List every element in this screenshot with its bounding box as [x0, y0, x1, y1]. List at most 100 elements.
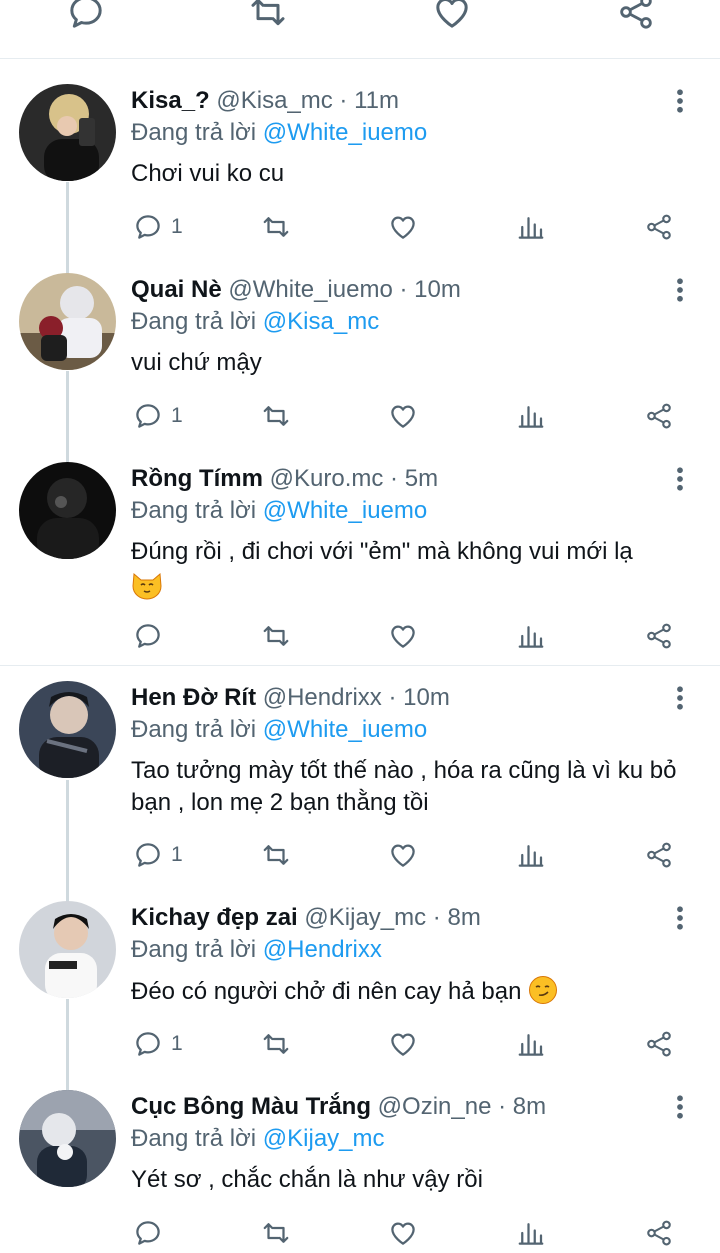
tweet-actions: 1 — [0, 396, 720, 436]
handle[interactable]: @Kisa_mc — [216, 87, 332, 114]
like-button[interactable] — [388, 835, 418, 875]
avatar[interactable] — [19, 273, 116, 370]
reply-button[interactable]: 1 — [133, 396, 183, 436]
mention-link[interactable]: @Kisa_mc — [263, 308, 379, 335]
tweet-text: Chơi vui ko cu — [131, 160, 285, 187]
replying-to-label: Đang trả lời — [131, 716, 257, 743]
analytics-button[interactable] — [516, 616, 546, 656]
more-options-icon[interactable] — [668, 683, 692, 713]
analytics-button[interactable] — [516, 207, 546, 247]
analytics-button[interactable] — [516, 396, 546, 436]
retweet-button[interactable] — [261, 835, 291, 875]
reply-icon — [133, 401, 163, 431]
tweet-actions: 1 — [0, 835, 720, 875]
like-button[interactable] — [388, 207, 418, 247]
analytics-button[interactable] — [516, 1024, 546, 1064]
avatar[interactable] — [19, 1090, 116, 1187]
timestamp[interactable]: 8m — [513, 1093, 546, 1120]
retweet-button[interactable] — [261, 396, 291, 436]
share-icon — [644, 1218, 674, 1248]
like-button[interactable] — [388, 616, 418, 656]
retweet-button[interactable] — [261, 1213, 291, 1253]
reply-button[interactable] — [133, 1213, 171, 1253]
divider — [0, 665, 720, 666]
like-button[interactable] — [388, 396, 418, 436]
timestamp[interactable]: 5m — [405, 465, 438, 492]
like-icon[interactable] — [432, 0, 472, 32]
handle[interactable]: @Hendrixx — [263, 684, 382, 711]
like-icon — [388, 401, 418, 431]
share-button[interactable] — [644, 1024, 674, 1064]
retweet-button[interactable] — [261, 1024, 291, 1064]
handle[interactable]: @Ozin_ne — [378, 1093, 492, 1120]
reply-button[interactable] — [133, 616, 171, 656]
timestamp[interactable]: 10m — [414, 276, 461, 303]
reply-button[interactable]: 1 — [133, 1024, 183, 1064]
mention-link[interactable]: @Hendrixx — [263, 936, 382, 963]
timestamp[interactable]: 10m — [403, 684, 450, 711]
reply-button[interactable]: 1 — [133, 835, 183, 875]
share-button[interactable] — [644, 616, 674, 656]
separator-dot: · — [332, 87, 355, 114]
share-button[interactable] — [644, 1213, 674, 1253]
avatar[interactable] — [19, 462, 116, 559]
more-options-icon[interactable] — [668, 464, 692, 494]
tweet-actions — [0, 1213, 720, 1253]
display-name[interactable]: Rồng Tímm — [131, 465, 263, 492]
like-icon — [388, 621, 418, 651]
reply-button[interactable]: 1 — [133, 207, 183, 247]
like-icon — [388, 1218, 418, 1248]
share-icon — [644, 840, 674, 870]
replying-to-label: Đang trả lời — [131, 497, 257, 524]
reply-icon[interactable] — [66, 0, 106, 32]
share-button[interactable] — [644, 207, 674, 247]
mention-link[interactable]: @White_iuemo — [263, 119, 427, 146]
avatar[interactable] — [19, 901, 116, 998]
separator-dot: · — [381, 684, 404, 711]
replying-to-label: Đang trả lời — [131, 119, 257, 146]
display-name[interactable]: Quai Nè — [131, 276, 222, 303]
replying-to: Đang trả lời @Hendrixx — [131, 935, 382, 965]
avatar[interactable] — [19, 84, 116, 181]
share-button[interactable] — [644, 835, 674, 875]
replying-to-label: Đang trả lời — [131, 1125, 257, 1152]
analytics-icon — [516, 401, 546, 431]
share-icon[interactable] — [616, 0, 656, 32]
display-name[interactable]: Hen Đờ Rít — [131, 684, 256, 711]
handle[interactable]: @Kuro.mc — [270, 465, 384, 492]
analytics-button[interactable] — [516, 835, 546, 875]
analytics-button[interactable] — [516, 1213, 546, 1253]
timestamp[interactable]: 8m — [447, 904, 480, 931]
display-name[interactable]: Kichay đẹp zai — [131, 904, 298, 931]
more-options-icon[interactable] — [668, 275, 692, 305]
avatar[interactable] — [19, 681, 116, 778]
separator-dot: · — [392, 276, 415, 303]
analytics-icon — [516, 840, 546, 870]
like-button[interactable] — [388, 1024, 418, 1064]
more-options-icon[interactable] — [668, 86, 692, 116]
replying-to: Đang trả lời @Kijay_mc — [131, 1124, 385, 1154]
retweet-button[interactable] — [261, 207, 291, 247]
retweet-button[interactable] — [261, 616, 291, 656]
reply-count: 1 — [171, 404, 183, 427]
like-icon — [388, 840, 418, 870]
handle[interactable]: @White_iuemo — [228, 276, 392, 303]
like-button[interactable] — [388, 1213, 418, 1253]
more-options-icon[interactable] — [668, 1092, 692, 1122]
display-name[interactable]: Cục Bông Màu Trắng — [131, 1093, 371, 1120]
retweet-icon[interactable] — [248, 0, 288, 32]
handle[interactable]: @Kijay_mc — [304, 904, 426, 931]
share-button[interactable] — [644, 396, 674, 436]
analytics-icon — [516, 1218, 546, 1248]
reply-icon — [133, 621, 163, 651]
display-name[interactable]: Kisa_? — [131, 87, 210, 114]
mention-link[interactable]: @Kijay_mc — [263, 1125, 385, 1152]
mention-link[interactable]: @White_iuemo — [263, 716, 427, 743]
like-icon — [388, 1029, 418, 1059]
replying-to-label: Đang trả lời — [131, 308, 257, 335]
more-options-icon[interactable] — [668, 903, 692, 933]
tweet-text: Đéo có người chở đi nên cay hả bạn — [131, 975, 701, 1008]
timestamp[interactable]: 11m — [354, 87, 399, 114]
mention-link[interactable]: @White_iuemo — [263, 497, 427, 524]
reply-icon — [133, 212, 163, 242]
